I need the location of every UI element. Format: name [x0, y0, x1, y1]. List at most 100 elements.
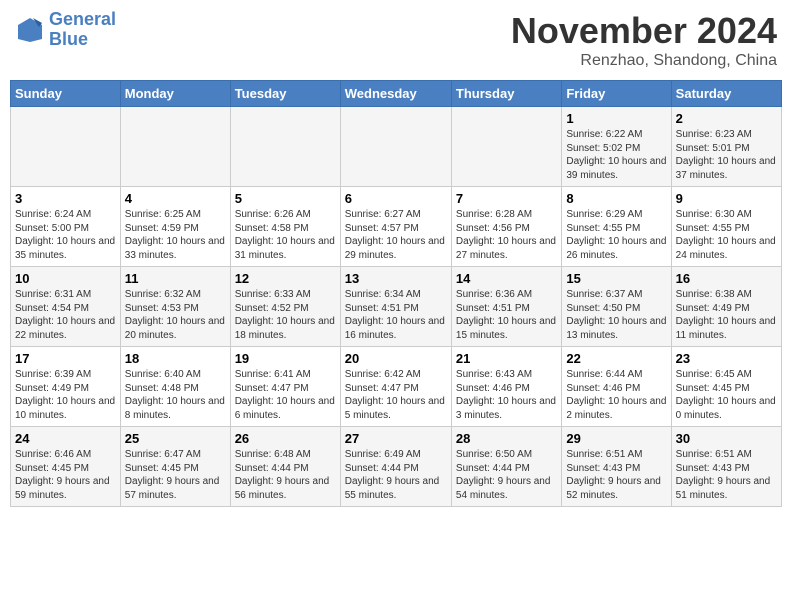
- calendar-week-1: 1 Sunrise: 6:22 AM Sunset: 5:02 PM Daylig…: [11, 107, 782, 187]
- day-number: 26: [235, 431, 336, 446]
- weekday-header-row: SundayMondayTuesdayWednesdayThursdayFrid…: [11, 81, 782, 107]
- day-info: Sunrise: 6:22 AM Sunset: 5:02 PM Dayligh…: [566, 128, 666, 182]
- calendar-cell: 22Sunrise: 6:44 AM Sunset: 4:46 PM Dayli…: [562, 347, 671, 427]
- month-title: November 2024: [511, 10, 777, 52]
- calendar-cell: 15 Sunrise: 6:37 AM Sunset: 4:50 PM Dayli…: [562, 267, 671, 347]
- day-info: Sunrise: 6:28 AM Sunset: 4:56 PM Dayligh…: [456, 208, 557, 262]
- day-number: 29: [566, 431, 666, 446]
- calendar-cell: 24Sunrise: 6:46 AM Sunset: 4:45 PM Dayli…: [11, 427, 121, 507]
- day-number: 23: [676, 351, 777, 366]
- day-info: Sunrise: 6:51 AM Sunset: 4:43 PM Dayligh…: [566, 448, 666, 502]
- title-block: November 2024 Renzhao, Shandong, China: [511, 10, 777, 70]
- weekday-header-wednesday: Wednesday: [340, 81, 451, 107]
- calendar-cell: 8Sunrise: 6:29 AM Sunset: 4:55 PM Daylig…: [562, 187, 671, 267]
- day-info: Sunrise: 6:27 AM Sunset: 4:57 PM Dayligh…: [345, 208, 447, 262]
- day-number: 12: [235, 271, 336, 286]
- day-info: Sunrise: 6:38 AM Sunset: 4:49 PM Dayligh…: [676, 288, 777, 342]
- logo-text: General Blue: [49, 10, 116, 50]
- day-number: 21: [456, 351, 557, 366]
- day-info: Sunrise: 6:23 AM Sunset: 5:01 PM Dayligh…: [676, 128, 777, 182]
- calendar-cell: 2 Sunrise: 6:23 AM Sunset: 5:01 PM Daylig…: [671, 107, 781, 187]
- logo: General Blue: [15, 10, 116, 50]
- calendar-cell: 6 Sunrise: 6:27 AM Sunset: 4:57 PM Daylig…: [340, 187, 451, 267]
- day-info: Sunrise: 6:26 AM Sunset: 4:58 PM Dayligh…: [235, 208, 336, 262]
- day-info: Sunrise: 6:34 AM Sunset: 4:51 PM Dayligh…: [345, 288, 447, 342]
- weekday-header-tuesday: Tuesday: [230, 81, 340, 107]
- day-number: 6: [345, 191, 447, 206]
- day-number: 2: [676, 111, 777, 126]
- calendar-cell: 21Sunrise: 6:43 AM Sunset: 4:46 PM Dayli…: [451, 347, 561, 427]
- logo-icon: [15, 15, 45, 45]
- day-info: Sunrise: 6:36 AM Sunset: 4:51 PM Dayligh…: [456, 288, 557, 342]
- calendar-week-4: 17 Sunrise: 6:39 AM Sunset: 4:49 PM Dayli…: [11, 347, 782, 427]
- calendar-cell: 29 Sunrise: 6:51 AM Sunset: 4:43 PM Dayli…: [562, 427, 671, 507]
- day-info: Sunrise: 6:30 AM Sunset: 4:55 PM Dayligh…: [676, 208, 777, 262]
- day-number: 11: [125, 271, 226, 286]
- calendar-cell: 23 Sunrise: 6:45 AM Sunset: 4:45 PM Dayli…: [671, 347, 781, 427]
- day-info: Sunrise: 6:24 AM Sunset: 5:00 PM Dayligh…: [15, 208, 116, 262]
- day-number: 1: [566, 111, 666, 126]
- day-number: 10: [15, 271, 116, 286]
- weekday-header-saturday: Saturday: [671, 81, 781, 107]
- weekday-header-friday: Friday: [562, 81, 671, 107]
- calendar-cell: 19Sunrise: 6:41 AM Sunset: 4:47 PM Dayli…: [230, 347, 340, 427]
- calendar-cell: 11 Sunrise: 6:32 AM Sunset: 4:53 PM Dayli…: [120, 267, 230, 347]
- calendar-cell: 7 Sunrise: 6:28 AM Sunset: 4:56 PM Daylig…: [451, 187, 561, 267]
- day-number: 17: [15, 351, 116, 366]
- day-info: Sunrise: 6:37 AM Sunset: 4:50 PM Dayligh…: [566, 288, 666, 342]
- day-number: 14: [456, 271, 557, 286]
- location: Renzhao, Shandong, China: [511, 52, 777, 70]
- day-info: Sunrise: 6:47 AM Sunset: 4:45 PM Dayligh…: [125, 448, 226, 502]
- weekday-header-thursday: Thursday: [451, 81, 561, 107]
- calendar-cell: [11, 107, 121, 187]
- day-info: Sunrise: 6:32 AM Sunset: 4:53 PM Dayligh…: [125, 288, 226, 342]
- calendar-cell: [230, 107, 340, 187]
- logo-line1: General: [49, 9, 116, 29]
- day-info: Sunrise: 6:39 AM Sunset: 4:49 PM Dayligh…: [15, 368, 116, 422]
- day-number: 15: [566, 271, 666, 286]
- weekday-header-monday: Monday: [120, 81, 230, 107]
- day-number: 22: [566, 351, 666, 366]
- day-number: 9: [676, 191, 777, 206]
- calendar-cell: 10Sunrise: 6:31 AM Sunset: 4:54 PM Dayli…: [11, 267, 121, 347]
- calendar-cell: [120, 107, 230, 187]
- calendar-table: SundayMondayTuesdayWednesdayThursdayFrid…: [10, 80, 782, 507]
- day-info: Sunrise: 6:42 AM Sunset: 4:47 PM Dayligh…: [345, 368, 447, 422]
- day-number: 8: [566, 191, 666, 206]
- day-info: Sunrise: 6:51 AM Sunset: 4:43 PM Dayligh…: [676, 448, 777, 502]
- calendar-cell: 14 Sunrise: 6:36 AM Sunset: 4:51 PM Dayli…: [451, 267, 561, 347]
- weekday-header-sunday: Sunday: [11, 81, 121, 107]
- day-number: 28: [456, 431, 557, 446]
- calendar-cell: 3 Sunrise: 6:24 AM Sunset: 5:00 PM Daylig…: [11, 187, 121, 267]
- day-number: 30: [676, 431, 777, 446]
- day-number: 18: [125, 351, 226, 366]
- calendar-cell: 26 Sunrise: 6:48 AM Sunset: 4:44 PM Dayli…: [230, 427, 340, 507]
- calendar-cell: 1 Sunrise: 6:22 AM Sunset: 5:02 PM Daylig…: [562, 107, 671, 187]
- logo-line2: Blue: [49, 29, 88, 49]
- day-info: Sunrise: 6:49 AM Sunset: 4:44 PM Dayligh…: [345, 448, 447, 502]
- page-header: General Blue November 2024 Renzhao, Shan…: [10, 10, 782, 70]
- day-number: 24: [15, 431, 116, 446]
- day-number: 19: [235, 351, 336, 366]
- calendar-cell: 27 Sunrise: 6:49 AM Sunset: 4:44 PM Dayli…: [340, 427, 451, 507]
- calendar-cell: [451, 107, 561, 187]
- calendar-cell: 13 Sunrise: 6:34 AM Sunset: 4:51 PM Dayli…: [340, 267, 451, 347]
- calendar-cell: 12Sunrise: 6:33 AM Sunset: 4:52 PM Dayli…: [230, 267, 340, 347]
- day-info: Sunrise: 6:45 AM Sunset: 4:45 PM Dayligh…: [676, 368, 777, 422]
- day-number: 13: [345, 271, 447, 286]
- calendar-cell: 5 Sunrise: 6:26 AM Sunset: 4:58 PM Daylig…: [230, 187, 340, 267]
- day-number: 7: [456, 191, 557, 206]
- day-number: 5: [235, 191, 336, 206]
- day-number: 27: [345, 431, 447, 446]
- calendar-cell: [340, 107, 451, 187]
- day-info: Sunrise: 6:48 AM Sunset: 4:44 PM Dayligh…: [235, 448, 336, 502]
- calendar-cell: 28Sunrise: 6:50 AM Sunset: 4:44 PM Dayli…: [451, 427, 561, 507]
- day-number: 16: [676, 271, 777, 286]
- calendar-cell: 9 Sunrise: 6:30 AM Sunset: 4:55 PM Daylig…: [671, 187, 781, 267]
- day-number: 4: [125, 191, 226, 206]
- day-number: 3: [15, 191, 116, 206]
- day-number: 20: [345, 351, 447, 366]
- calendar-week-3: 10Sunrise: 6:31 AM Sunset: 4:54 PM Dayli…: [11, 267, 782, 347]
- calendar-cell: 30 Sunrise: 6:51 AM Sunset: 4:43 PM Dayli…: [671, 427, 781, 507]
- day-info: Sunrise: 6:25 AM Sunset: 4:59 PM Dayligh…: [125, 208, 226, 262]
